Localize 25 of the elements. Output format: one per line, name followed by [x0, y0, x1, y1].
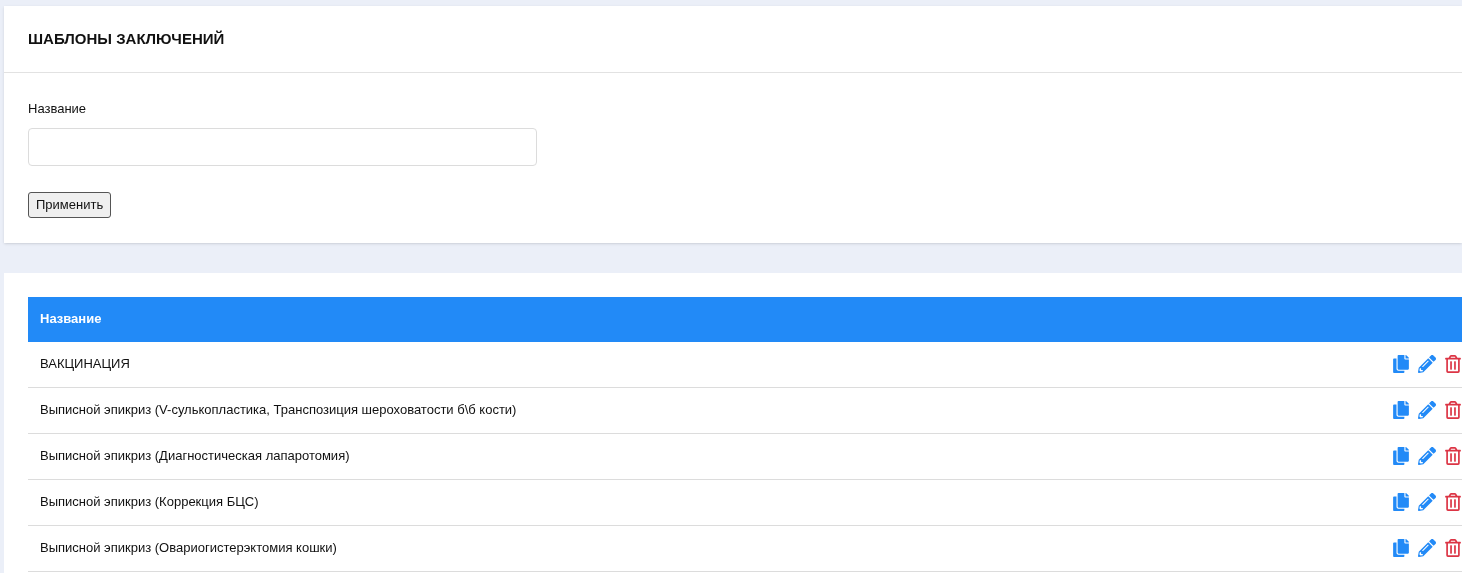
table-cell-text: Выписной эпикриз (Овариогистерэктомия кошки): [40, 539, 337, 558]
edit-icon[interactable]: [1418, 355, 1436, 373]
table-cell-text: Выписной эпикриз (Диагностическая лапаротомия): [40, 447, 350, 466]
apply-button[interactable]: Применить: [28, 191, 112, 218]
copy-icon[interactable]: [1393, 493, 1409, 511]
delete-icon[interactable]: [1445, 447, 1461, 465]
copy-icon[interactable]: [1393, 401, 1409, 419]
delete-icon[interactable]: [1445, 493, 1461, 511]
table-cell-text: Выписной эпикриз (V-сулькопластика, Транспозиция шероховатости б\б кости): [40, 401, 517, 420]
column-header: Название: [40, 310, 102, 329]
table-cell-text: ВАКЦИНАЦИЯ: [40, 355, 130, 374]
delete-icon[interactable]: [1445, 401, 1461, 419]
copy-icon[interactable]: [1393, 355, 1409, 373]
edit-icon[interactable]: [1418, 447, 1436, 465]
name-input-field[interactable]: [28, 127, 537, 166]
table-cell-text: Выписной эпикриз (Коррекция БЦС): [40, 493, 259, 512]
copy-icon[interactable]: [1393, 539, 1409, 557]
delete-icon[interactable]: [1445, 355, 1461, 373]
field-label: Название: [28, 100, 87, 118]
page-title: ШАБЛОНЫ ЗАКЛЮЧЕНИЙ: [28, 28, 225, 49]
edit-icon[interactable]: [1418, 493, 1436, 511]
edit-icon[interactable]: [1418, 539, 1436, 557]
edit-icon[interactable]: [1418, 401, 1436, 419]
delete-icon[interactable]: [1445, 539, 1461, 557]
copy-icon[interactable]: [1393, 447, 1409, 465]
